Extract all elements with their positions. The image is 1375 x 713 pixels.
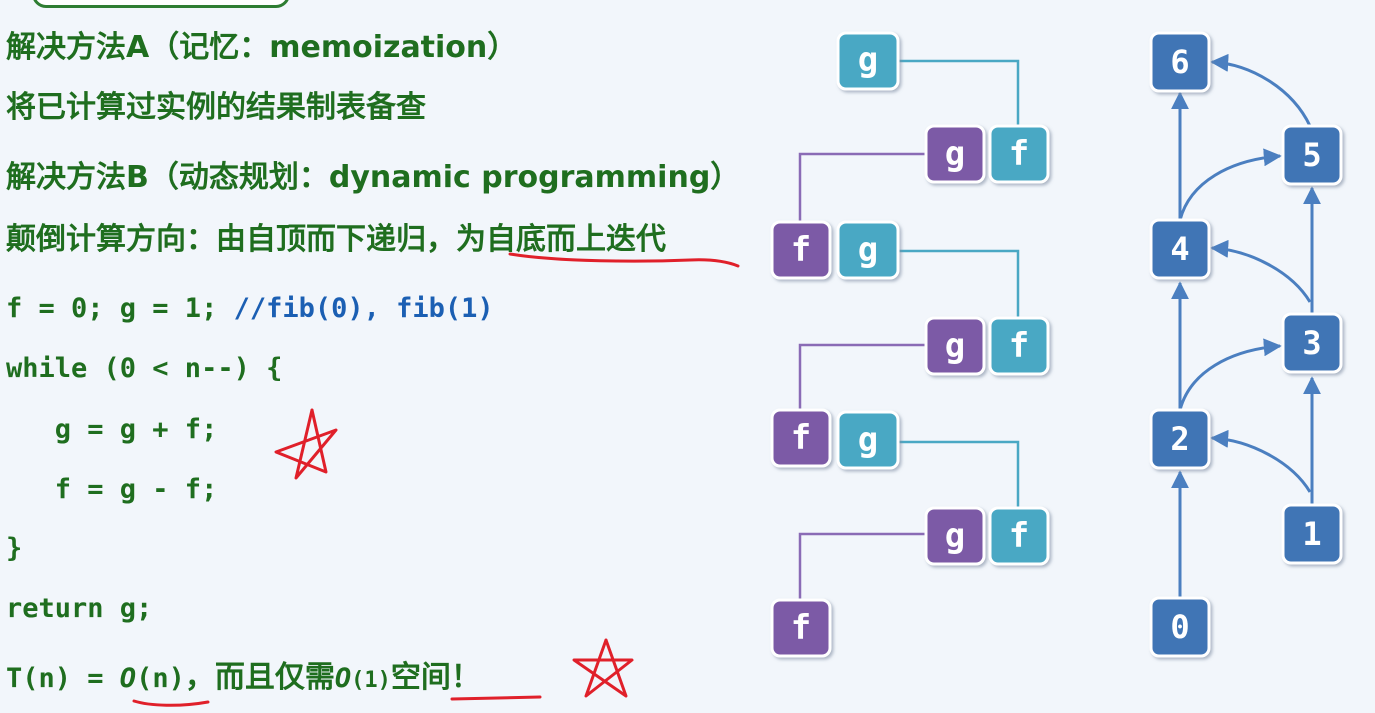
- node-f-row1: f: [988, 124, 1050, 184]
- node-label: 3: [1302, 324, 1321, 362]
- node-3: 3: [1281, 312, 1343, 374]
- node-label: g: [858, 420, 878, 460]
- edge-4-5: [1178, 148, 1282, 221]
- node-f-row2: f: [770, 220, 832, 280]
- node-label: 0: [1170, 608, 1189, 646]
- node-f-row4: f: [770, 408, 832, 468]
- edge-1-2: [1210, 429, 1312, 493]
- node-g-row1: g: [924, 124, 986, 184]
- red-annotations: [132, 252, 740, 707]
- node-label: g: [858, 40, 878, 80]
- node-f-row3: f: [988, 316, 1050, 376]
- connector-teal-3: [898, 440, 1020, 508]
- node-label: g: [945, 134, 965, 174]
- connector-teal-1: [898, 59, 1020, 126]
- node-label: f: [791, 418, 811, 458]
- underline-bottom-up: [508, 252, 740, 268]
- node-label: f: [1009, 516, 1029, 556]
- diagram-canvas: g g f f g g f f g g f f 6 5 4 3 2 1 0: [132, 31, 1343, 707]
- connector-teal-2: [898, 249, 1020, 318]
- node-label: 4: [1170, 230, 1189, 268]
- node-0: 0: [1149, 596, 1211, 658]
- connector-purple-2: [798, 343, 926, 410]
- node-g-row3: g: [924, 316, 986, 376]
- node-g-row2: g: [836, 220, 900, 280]
- node-label: g: [945, 326, 965, 366]
- edge-5-6: [1210, 53, 1312, 127]
- connector-purple-3: [798, 532, 926, 600]
- underline-space: [450, 695, 542, 701]
- node-g-row5: g: [924, 506, 986, 566]
- node-label: f: [1009, 134, 1029, 174]
- connector-purple-1: [798, 152, 926, 222]
- edge-2-3: [1178, 338, 1282, 411]
- node-label: 2: [1170, 420, 1189, 458]
- node-4: 4: [1149, 218, 1211, 280]
- node-6: 6: [1149, 31, 1211, 93]
- star-annotation-code: [274, 408, 338, 480]
- star-annotation-space: [572, 638, 634, 698]
- node-f-row5: f: [988, 506, 1050, 566]
- node-label: 5: [1302, 136, 1321, 174]
- node-label: g: [858, 230, 878, 270]
- node-label: f: [791, 608, 811, 648]
- node-1: 1: [1281, 503, 1343, 565]
- node-f-bottom: f: [770, 598, 832, 658]
- node-2: 2: [1149, 408, 1211, 470]
- node-label: f: [1009, 326, 1029, 366]
- node-label: 1: [1302, 515, 1321, 553]
- node-5: 5: [1281, 124, 1343, 186]
- node-label: g: [945, 516, 965, 556]
- underline-big-o: [132, 699, 210, 707]
- node-g-row4: g: [836, 410, 900, 470]
- node-label: f: [791, 230, 811, 270]
- node-g-top: g: [836, 31, 900, 91]
- edge-3-4: [1210, 239, 1312, 303]
- node-label: 6: [1170, 43, 1189, 81]
